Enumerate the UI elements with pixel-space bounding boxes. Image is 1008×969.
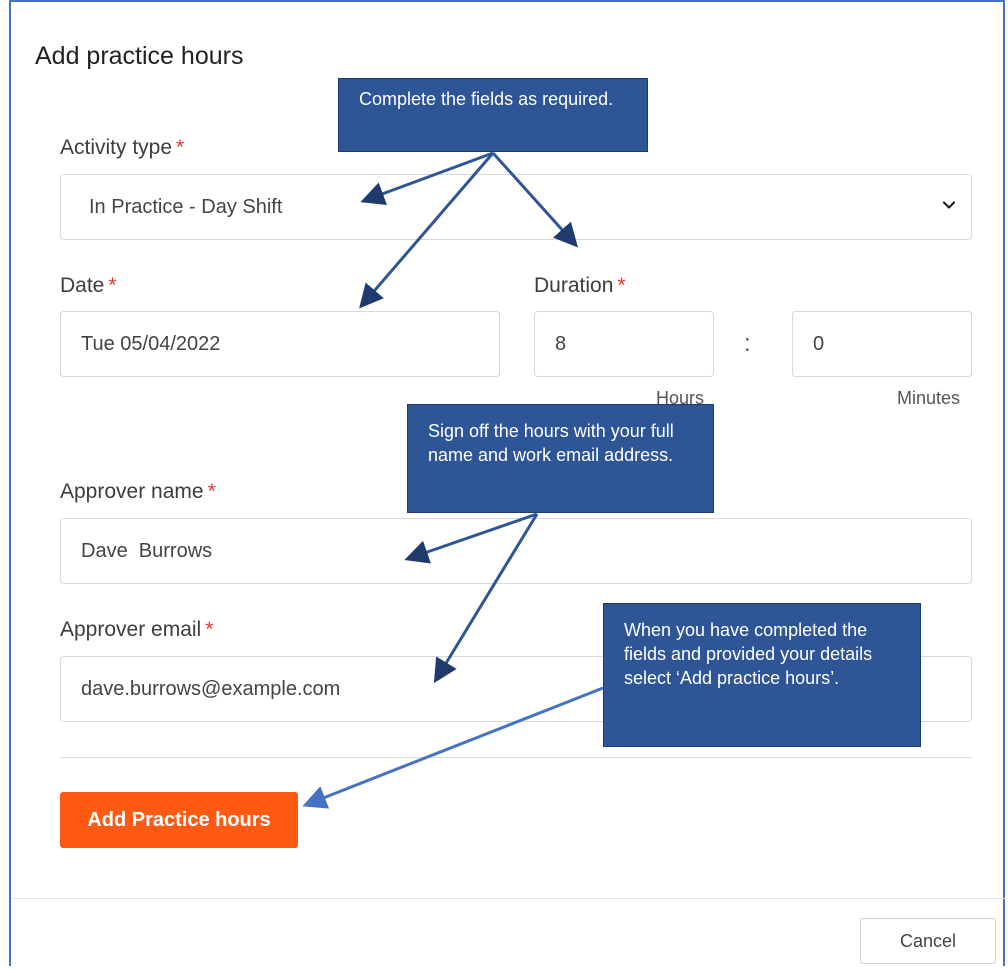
activity-type-label-text: Activity type [60,136,173,159]
approver-name-input[interactable]: Dave Burrows [60,518,972,584]
date-label: Date * [60,274,117,298]
approver-name-value: Dave Burrows [81,539,213,562]
required-marker: * [176,136,185,159]
chevron-down-icon [942,201,956,209]
activity-type-label: Activity type * [60,136,184,160]
approver-email-label: Approver email * [60,618,213,642]
date-input[interactable]: Tue 05/04/2022 [60,311,500,377]
approver-email-value: dave.burrows@example.com [81,677,341,700]
date-value: Tue 05/04/2022 [81,332,221,355]
footer-divider [11,898,1005,899]
required-marker: * [207,480,216,503]
duration-hours-input[interactable]: 8 [534,311,714,377]
cancel-button[interactable]: Cancel [860,918,996,964]
callout-sign-off: Sign off the hours with your full name a… [407,404,714,513]
callout-submit: When you have completed the fields and p… [603,603,921,747]
duration-minutes-input[interactable]: 0 [792,311,972,377]
duration-minutes-value: 0 [813,332,825,355]
required-marker: * [617,274,626,297]
duration-label: Duration * [534,274,626,298]
dialog-title: Add practice hours [35,42,244,70]
add-practice-hours-button[interactable]: Add Practice hours [60,792,298,848]
approver-name-label-text: Approver name [60,480,204,503]
form-divider [60,757,972,758]
activity-type-value: In Practice - Day Shift [89,195,283,218]
duration-separator: : [744,330,751,357]
required-marker: * [205,618,214,641]
approver-email-label-text: Approver email [60,618,202,641]
duration-hours-value: 8 [555,332,567,355]
minutes-label: Minutes [897,388,961,408]
duration-label-text: Duration [534,274,614,297]
date-label-text: Date [60,274,105,297]
required-marker: * [108,274,117,297]
approver-name-label: Approver name * [60,480,216,504]
callout-complete-fields: Complete the fields as required. [338,78,648,152]
activity-type-select[interactable]: In Practice - Day Shift [60,174,972,240]
